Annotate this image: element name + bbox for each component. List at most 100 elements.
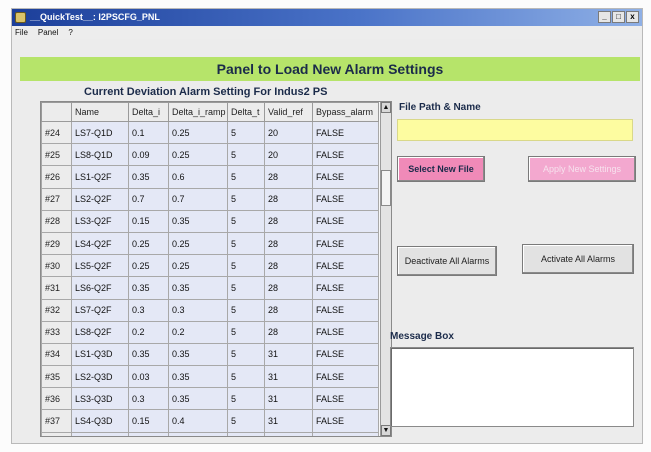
table-row[interactable]: #30 LS5-Q2F 0.25 0.25 5 28 FALSE	[41, 254, 379, 278]
cell-delta-t[interactable]: 5	[227, 143, 265, 167]
cell-delta-t[interactable]: 5	[227, 254, 265, 278]
cell-delta-i[interactable]: 0.15	[128, 431, 169, 436]
cell-name[interactable]: LS5-Q3D	[71, 431, 129, 436]
maximize-button[interactable]: □	[612, 11, 625, 23]
cell-delta-i[interactable]: 0.3	[128, 387, 169, 411]
cell-valid-ref[interactable]: 28	[264, 231, 313, 256]
cell-name[interactable]: LS4-Q3D	[71, 409, 129, 433]
cell-delta-t[interactable]: 5	[227, 387, 265, 411]
cell-delta-i-ramp[interactable]: 0.4	[168, 431, 228, 436]
cell-bypass-alarm[interactable]: FALSE	[312, 431, 379, 436]
cell-delta-i-ramp[interactable]: 0.7	[168, 187, 228, 211]
cell-delta-i-ramp[interactable]: 0.35	[168, 365, 228, 389]
deactivate-all-alarms-button[interactable]: Deactivate All Alarms	[397, 246, 497, 276]
table-row[interactable]: #29 LS4-Q2F 0.25 0.25 5 28 FALSE	[41, 231, 379, 256]
cell-delta-i-ramp[interactable]: 0.25	[168, 254, 228, 278]
table-row[interactable]: #27 LS2-Q2F 0.7 0.7 5 28 FALSE	[41, 187, 379, 211]
table-row[interactable]: #31 LS6-Q2F 0.35 0.35 5 28 FALSE	[41, 276, 379, 300]
cell-bypass-alarm[interactable]: FALSE	[312, 320, 379, 344]
cell-delta-i-ramp[interactable]: 0.35	[168, 276, 228, 300]
table-row[interactable]: #36 LS3-Q3D 0.3 0.35 5 31 FALSE	[41, 387, 379, 411]
cell-delta-i-ramp[interactable]: 0.25	[168, 143, 228, 167]
cell-name[interactable]: LS2-Q2F	[71, 187, 129, 211]
cell-bypass-alarm[interactable]: FALSE	[312, 165, 379, 189]
cell-valid-ref[interactable]: 28	[264, 165, 313, 189]
cell-valid-ref[interactable]: 31	[264, 409, 313, 433]
cell-bypass-alarm[interactable]: FALSE	[312, 409, 379, 433]
cell-name[interactable]: LS3-Q2F	[71, 209, 129, 233]
cell-delta-i[interactable]: 0.2	[128, 320, 169, 344]
cell-delta-i-ramp[interactable]: 0.25	[168, 231, 228, 256]
activate-all-alarms-button[interactable]: Activate All Alarms	[522, 244, 634, 274]
cell-delta-t[interactable]: 5	[227, 409, 265, 433]
table-row[interactable]: #37 LS4-Q3D 0.15 0.4 5 31 FALSE	[41, 409, 379, 433]
table-row[interactable]: #35 LS2-Q3D 0.03 0.35 5 31 FALSE	[41, 365, 379, 389]
cell-valid-ref[interactable]: 28	[264, 276, 313, 300]
minimize-button[interactable]: _	[598, 11, 611, 23]
cell-valid-ref[interactable]: 20	[264, 143, 313, 167]
scroll-up-arrow-icon[interactable]: ▲	[381, 102, 391, 113]
menu-panel[interactable]: Panel	[38, 26, 58, 39]
cell-bypass-alarm[interactable]: FALSE	[312, 365, 379, 389]
cell-bypass-alarm[interactable]: FALSE	[312, 231, 379, 256]
cell-valid-ref[interactable]: 31	[264, 431, 313, 436]
cell-valid-ref[interactable]: 31	[264, 387, 313, 411]
cell-delta-t[interactable]: 5	[227, 342, 265, 367]
cell-name[interactable]: LS3-Q3D	[71, 387, 129, 411]
cell-delta-i-ramp[interactable]: 0.35	[168, 342, 228, 367]
cell-delta-i-ramp[interactable]: 0.4	[168, 409, 228, 433]
cell-delta-i-ramp[interactable]: 0.6	[168, 165, 228, 189]
table-row[interactable]: #28 LS3-Q2F 0.15 0.35 5 28 FALSE	[41, 209, 379, 233]
cell-delta-i[interactable]: 0.1	[128, 120, 169, 145]
cell-delta-t[interactable]: 5	[227, 187, 265, 211]
cell-valid-ref[interactable]: 28	[264, 187, 313, 211]
cell-delta-t[interactable]: 5	[227, 365, 265, 389]
cell-bypass-alarm[interactable]: FALSE	[312, 298, 379, 322]
cell-delta-t[interactable]: 5	[227, 209, 265, 233]
close-button[interactable]: x	[626, 11, 639, 23]
cell-delta-i[interactable]: 0.7	[128, 187, 169, 211]
table-row[interactable]: #24 LS7-Q1D 0.1 0.25 5 20 FALSE	[41, 120, 379, 145]
cell-delta-i-ramp[interactable]: 0.25	[168, 120, 228, 145]
cell-delta-i[interactable]: 0.35	[128, 165, 169, 189]
file-path-field[interactable]	[397, 119, 633, 141]
cell-delta-i[interactable]: 0.25	[128, 231, 169, 256]
cell-delta-i[interactable]: 0.3	[128, 298, 169, 322]
cell-delta-i[interactable]: 0.09	[128, 143, 169, 167]
cell-bypass-alarm[interactable]: FALSE	[312, 143, 379, 167]
select-new-file-button[interactable]: Select New File	[397, 156, 485, 182]
table-row[interactable]: #32 LS7-Q2F 0.3 0.3 5 28 FALSE	[41, 298, 379, 322]
menu-help[interactable]: ?	[68, 26, 72, 39]
table-row[interactable]: #38LS5-Q3D0.150.4531FALSE	[41, 431, 379, 436]
cell-delta-t[interactable]: 5	[227, 320, 265, 344]
cell-name[interactable]: LS4-Q2F	[71, 231, 129, 256]
cell-bypass-alarm[interactable]: FALSE	[312, 120, 379, 145]
table-row[interactable]: #26 LS1-Q2F 0.35 0.6 5 28 FALSE	[41, 165, 379, 189]
cell-delta-i-ramp[interactable]: 0.2	[168, 320, 228, 344]
cell-delta-t[interactable]: 5	[227, 231, 265, 256]
cell-delta-t[interactable]: 5	[227, 276, 265, 300]
cell-valid-ref[interactable]: 20	[264, 120, 313, 145]
cell-name[interactable]: LS8-Q1D	[71, 143, 129, 167]
cell-bypass-alarm[interactable]: FALSE	[312, 254, 379, 278]
apply-new-settings-button[interactable]: Apply New Settings	[528, 156, 636, 182]
cell-delta-i-ramp[interactable]: 0.35	[168, 209, 228, 233]
table-row[interactable]: #33 LS8-Q2F 0.2 0.2 5 28 FALSE	[41, 320, 379, 344]
cell-bypass-alarm[interactable]: FALSE	[312, 342, 379, 367]
cell-name[interactable]: LS6-Q2F	[71, 276, 129, 300]
cell-delta-t[interactable]: 5	[227, 431, 265, 436]
cell-name[interactable]: LS1-Q2F	[71, 165, 129, 189]
cell-name[interactable]: LS1-Q3D	[71, 342, 129, 367]
cell-valid-ref[interactable]: 28	[264, 320, 313, 344]
cell-bypass-alarm[interactable]: FALSE	[312, 276, 379, 300]
cell-bypass-alarm[interactable]: FALSE	[312, 387, 379, 411]
scrollbar-thumb[interactable]	[381, 170, 391, 206]
cell-delta-i[interactable]: 0.03	[128, 365, 169, 389]
cell-delta-i[interactable]: 0.25	[128, 254, 169, 278]
cell-delta-i[interactable]: 0.15	[128, 209, 169, 233]
cell-name[interactable]: LS8-Q2F	[71, 320, 129, 344]
cell-name[interactable]: LS5-Q2F	[71, 254, 129, 278]
message-box[interactable]	[390, 347, 634, 427]
cell-name[interactable]: LS2-Q3D	[71, 365, 129, 389]
cell-valid-ref[interactable]: 28	[264, 298, 313, 322]
